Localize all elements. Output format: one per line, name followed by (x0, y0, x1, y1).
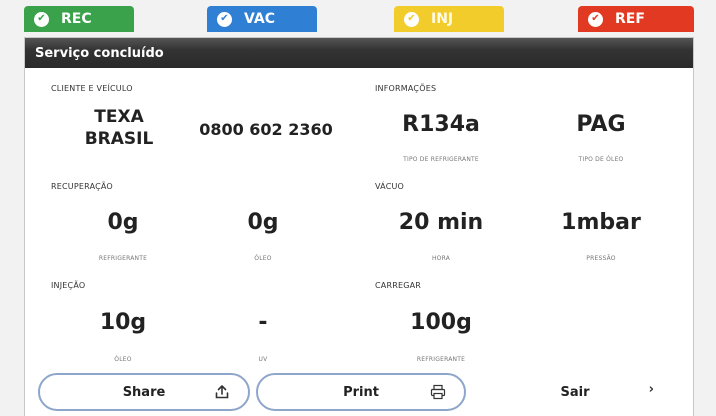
tab-vac[interactable]: ✔ VAC (207, 6, 317, 32)
tab-inj[interactable]: ✔ INJ (394, 6, 504, 32)
info-section-label: INFORMAÇÕES (375, 84, 437, 93)
upload-icon (215, 385, 229, 399)
recovery-section-label: RECUPERAÇÃO (51, 182, 113, 191)
oil-type-caption: TIPO DE ÓLEO (578, 156, 624, 163)
vacuum-pressure-caption: PRESSÃO (586, 255, 616, 262)
recovery-oil-caption: ÓLEO (254, 255, 272, 262)
share-button[interactable]: Share (38, 373, 250, 411)
printer-icon (430, 384, 446, 400)
tab-label: REF (615, 11, 645, 27)
recovery-oil-value: 0g (247, 210, 279, 235)
print-label: Print (343, 384, 379, 400)
vacuum-pressure-value: 1mbar (561, 210, 641, 235)
panel-title: Serviço concluído (25, 38, 693, 68)
check-icon: ✔ (217, 11, 232, 27)
injection-uv-value: - (258, 310, 268, 335)
charge-refrigerant-value: 100g (410, 310, 472, 335)
check-icon: ✔ (34, 11, 49, 27)
client-name: TEXA BRASIL (49, 106, 189, 150)
tab-label: REC (61, 11, 92, 27)
refrigerant-type-caption: TIPO DE REFRIGERANTE (403, 156, 479, 163)
charge-section-label: CARREGAR (375, 281, 422, 290)
summary-panel: Serviço concluído CLIENTE E VEÍCULO TEXA… (24, 37, 694, 416)
tab-label: INJ (431, 11, 454, 27)
exit-label: Sair (560, 384, 590, 400)
recovery-refrigerant-caption: REFRIGERANTE (98, 255, 148, 262)
oil-type-value: PAG (576, 112, 626, 137)
vacuum-section-label: VÁCUO (375, 182, 405, 191)
client-phone: 0800 602 2360 (199, 120, 333, 139)
exit-button[interactable]: Sair › (470, 373, 680, 411)
recovery-refrigerant-value: 0g (107, 210, 139, 235)
check-icon: ✔ (404, 11, 419, 27)
chevron-right-icon: › (648, 382, 654, 397)
vacuum-time-value: 20 min (398, 210, 484, 235)
vacuum-time-caption: HORA (431, 255, 451, 262)
check-icon: ✔ (588, 11, 603, 27)
service-screen: ✔ REC ✔ VAC ✔ INJ ✔ REF Serviço concluíd… (0, 0, 716, 416)
client-name-line1: TEXA (94, 107, 144, 127)
refrigerant-type-value: R134a (402, 112, 480, 137)
charge-refrigerant-caption: REFRIGERANTE (416, 356, 466, 363)
injection-oil-caption: ÓLEO (114, 356, 132, 363)
client-name-line2: BRASIL (84, 129, 154, 149)
tab-ref[interactable]: ✔ REF (578, 6, 694, 32)
client-section-label: CLIENTE E VEÍCULO (51, 84, 133, 93)
tab-label: VAC (244, 11, 275, 27)
tab-rec[interactable]: ✔ REC (24, 6, 134, 32)
injection-section-label: INJEÇÃO (51, 281, 86, 290)
share-label: Share (122, 384, 166, 400)
injection-oil-value: 10g (99, 310, 147, 335)
injection-uv-caption: UV (258, 356, 268, 363)
print-button[interactable]: Print (256, 373, 466, 411)
mode-tabs: ✔ REC ✔ VAC ✔ INJ ✔ REF (24, 0, 694, 32)
